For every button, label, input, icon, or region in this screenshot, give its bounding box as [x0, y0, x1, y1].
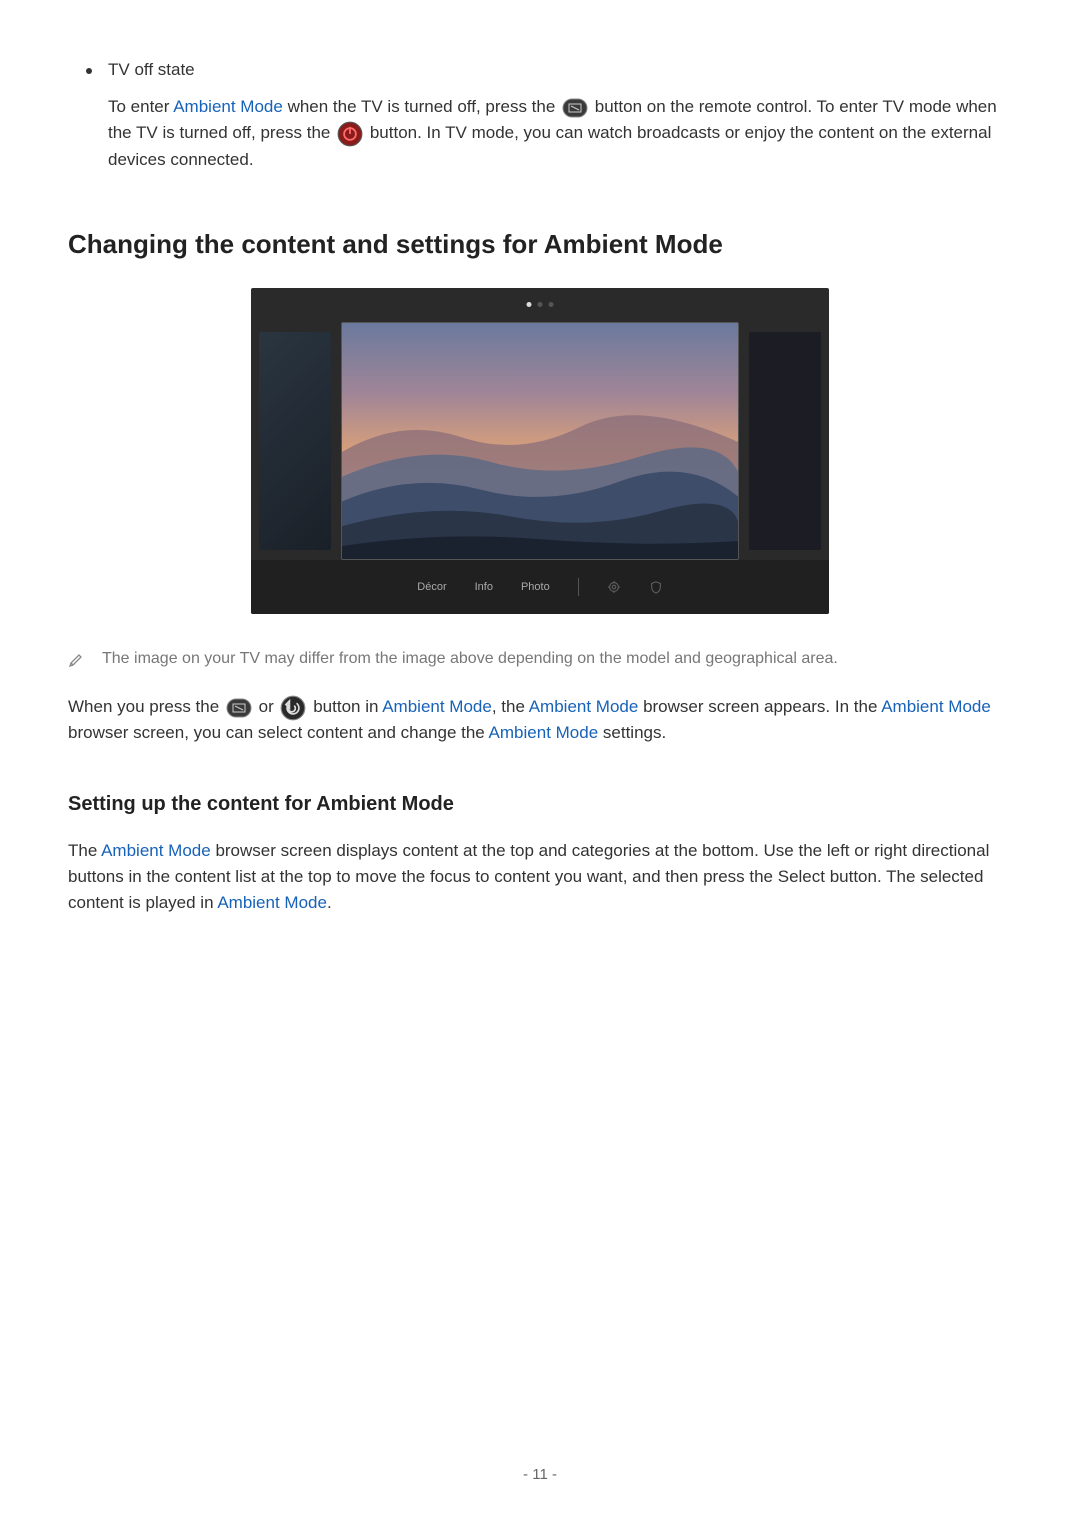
page-number: - 11 - [523, 1466, 557, 1483]
thumbnail-left [259, 332, 331, 550]
ambient-button-icon [226, 698, 252, 718]
category-decor: Décor [417, 581, 446, 593]
subsection-heading: Setting up the content for Ambient Mode [68, 793, 1012, 816]
page-dot-active [527, 302, 532, 307]
back-button-icon [280, 698, 306, 718]
text-fragment: The [68, 841, 101, 860]
ambient-mode-link: Ambient Mode [529, 697, 639, 716]
divider [578, 578, 579, 596]
text-fragment: when the TV is turned off, press the [283, 97, 560, 116]
ambient-mode-link: Ambient Mode [217, 893, 327, 912]
content-carousel [251, 322, 829, 560]
bullet-item: TV off state To enter Ambient Mode when … [86, 60, 1012, 173]
category-info: Info [475, 581, 493, 593]
text-fragment: or [254, 697, 279, 716]
category-photo: Photo [521, 581, 550, 593]
ambient-mode-link: Ambient Mode [881, 697, 991, 716]
ambient-mode-link: Ambient Mode [173, 97, 283, 116]
shield-icon [649, 580, 663, 594]
note: The image on your TV may differ from the… [68, 650, 1012, 668]
pencil-icon [68, 652, 84, 668]
bullet-content: TV off state To enter Ambient Mode when … [108, 60, 1012, 173]
ambient-button-icon [562, 98, 588, 118]
text-fragment: browser screen appears. In the [638, 697, 881, 716]
category-bar: Décor Info Photo [251, 560, 829, 614]
bullet-dot-icon [86, 68, 92, 74]
text-fragment: button in [308, 697, 382, 716]
pagination-dots [527, 302, 554, 307]
settings-icon [607, 580, 621, 594]
ambient-mode-link: Ambient Mode [489, 723, 599, 742]
text-fragment: settings. [598, 723, 666, 742]
text-fragment: To enter [108, 97, 173, 116]
tv-screenshot: Décor Info Photo [251, 288, 829, 614]
thumbnail-main [341, 322, 739, 560]
ambient-mode-link: Ambient Mode [101, 841, 211, 860]
paragraph: The Ambient Mode browser screen displays… [68, 838, 1012, 917]
text-fragment: , the [492, 697, 529, 716]
text-fragment: When you press the [68, 697, 224, 716]
ambient-mode-link: Ambient Mode [382, 697, 492, 716]
power-button-icon [337, 124, 363, 144]
tv-screenshot-container: Décor Info Photo [68, 288, 1012, 614]
text-fragment: . [327, 893, 332, 912]
paragraph: When you press the or button in Ambient … [68, 694, 1012, 747]
text-fragment: browser screen, you can select content a… [68, 723, 489, 742]
page-dot [549, 302, 554, 307]
bullet-body: To enter Ambient Mode when the TV is tur… [108, 94, 1012, 173]
thumbnail-right [749, 332, 821, 550]
bullet-list: TV off state To enter Ambient Mode when … [86, 60, 1012, 173]
section-heading: Changing the content and settings for Am… [68, 229, 1012, 260]
page-dot [538, 302, 543, 307]
bullet-title: TV off state [108, 60, 1012, 80]
note-text: The image on your TV may differ from the… [102, 650, 838, 668]
